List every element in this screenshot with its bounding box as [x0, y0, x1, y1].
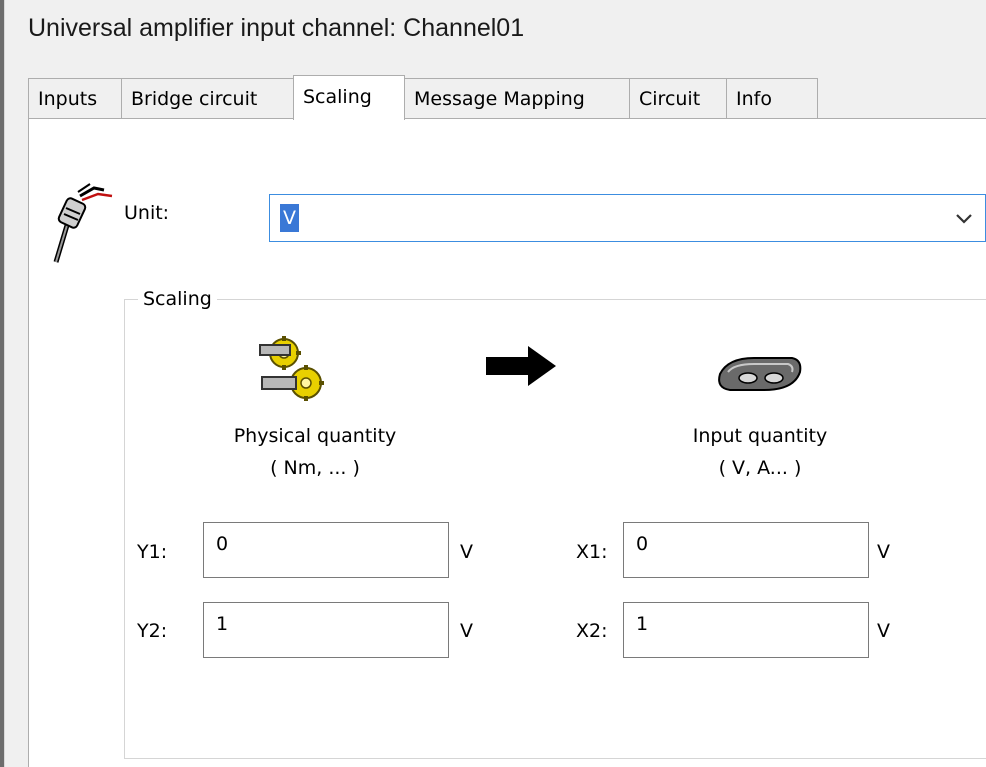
- x2-label: X2:: [576, 620, 608, 642]
- scaling-group-title: Scaling: [138, 288, 217, 310]
- tab-inputs[interactable]: Inputs: [28, 78, 122, 119]
- tab-message-mapping[interactable]: Message Mapping: [404, 78, 630, 119]
- tab-bridge-circuit[interactable]: Bridge circuit: [121, 78, 294, 119]
- y2-value: 1: [216, 613, 229, 635]
- window-title: Universal amplifier input channel: Chann…: [28, 14, 525, 42]
- device-icon: [718, 357, 802, 391]
- input-quantity-title: Input quantity: [692, 425, 828, 447]
- unit-selected-value: V: [280, 204, 299, 232]
- unit-dropdown[interactable]: V: [269, 194, 986, 242]
- x2-unit: V: [877, 620, 890, 642]
- window-left-border-highlight: [4, 0, 5, 767]
- y2-field[interactable]: 1: [203, 602, 449, 658]
- tab-strip: Inputs Bridge circuit Scaling Message Ma…: [28, 75, 986, 120]
- x1-label: X1:: [576, 541, 608, 563]
- physical-quantity-title: Physical quantity: [233, 425, 397, 447]
- y1-value: 0: [216, 533, 229, 555]
- tab-circuit[interactable]: Circuit: [629, 78, 727, 119]
- arrow-right-icon: [486, 346, 556, 386]
- probe-icon: [53, 183, 113, 263]
- input-quantity-caption: Input quantity ( V, A... ): [640, 420, 880, 484]
- y1-field[interactable]: 0: [203, 522, 449, 578]
- x1-value: 0: [636, 533, 649, 555]
- input-quantity-units: ( V, A... ): [718, 457, 802, 479]
- tab-info[interactable]: Info: [726, 78, 818, 119]
- y2-unit: V: [460, 620, 473, 642]
- x1-field[interactable]: 0: [623, 522, 869, 578]
- y1-label: Y1:: [137, 541, 168, 563]
- unit-label: Unit:: [124, 202, 170, 224]
- x2-field[interactable]: 1: [623, 602, 869, 658]
- chevron-down-icon[interactable]: [955, 209, 973, 227]
- gears-icon: [259, 336, 324, 401]
- physical-quantity-units: ( Nm, ... ): [270, 457, 360, 479]
- x1-unit: V: [877, 541, 890, 563]
- y1-unit: V: [460, 541, 473, 563]
- physical-quantity-caption: Physical quantity ( Nm, ... ): [190, 420, 440, 484]
- x2-value: 1: [636, 613, 649, 635]
- tab-scaling[interactable]: Scaling: [293, 75, 405, 120]
- y2-label: Y2:: [137, 620, 168, 642]
